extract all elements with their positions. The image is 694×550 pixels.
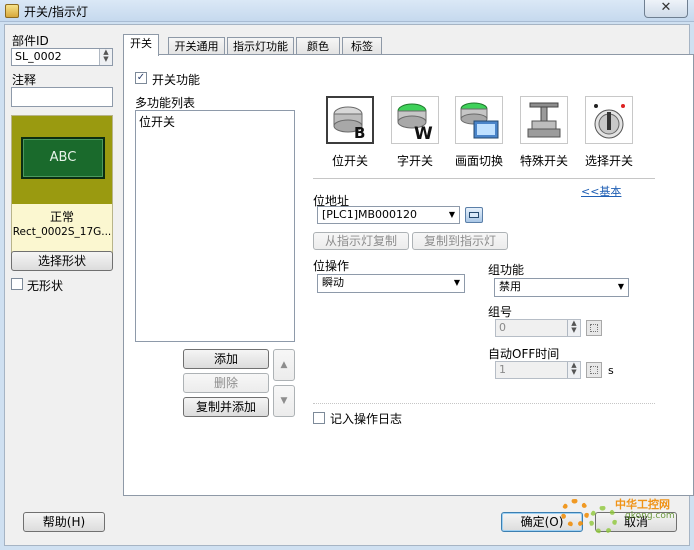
part-id-label: 部件ID — [12, 34, 49, 48]
watermark-text: 中华工控网 — [615, 498, 670, 511]
bit-switch-button[interactable]: B — [326, 96, 374, 144]
keypad-icon[interactable] — [586, 362, 602, 378]
group-number-spinner[interactable]: ▲ ▼ — [567, 320, 580, 336]
no-shape-label: 无形状 — [27, 279, 64, 293]
comment-label: 注释 — [12, 73, 37, 87]
screen-change-icon — [455, 96, 503, 144]
shape-preview-panel: ABC 正常 Rect_0002S_17G... — [11, 115, 113, 267]
auto-off-time-spinner[interactable]: ▲ ▼ — [567, 362, 580, 378]
bit-action-value: 瞬动 — [322, 276, 344, 289]
selector-switch-button[interactable] — [585, 96, 633, 144]
bit-switch-icon: B — [326, 96, 374, 144]
select-shape-button[interactable]: 选择形状 — [11, 251, 113, 271]
preview-lamp: ABC — [21, 137, 105, 179]
tab-indicator-function[interactable]: 指示灯功能 — [227, 37, 294, 55]
basic-link[interactable]: <<基本 — [581, 183, 621, 199]
watermark-sub: gkong.com — [625, 511, 675, 521]
part-id-spinner[interactable]: ▲ ▼ — [99, 49, 112, 65]
auto-off-unit: s — [608, 364, 614, 377]
bit-switch-label: 位开关 — [331, 154, 368, 168]
bit-address-select[interactable]: [PLC1]MB000120 ▼ — [317, 206, 460, 224]
keypad-icon[interactable] — [465, 207, 483, 223]
tab-panel: ✓ 开关功能 多功能列表 位开关 添加 删除 复制并添加 ▲ ▼ B W 位开关… — [123, 54, 694, 496]
close-button[interactable]: ✕ — [644, 0, 688, 18]
no-shape-checkbox[interactable] — [11, 278, 23, 290]
special-switch-icon — [520, 96, 568, 144]
part-id-value: SL_0002 — [15, 50, 62, 63]
copy-from-lamp-button[interactable]: 从指示灯复制 — [313, 232, 409, 250]
group-function-label: 组功能 — [488, 263, 525, 277]
bit-address-value: [PLC1]MB000120 — [322, 208, 418, 221]
group-number-input[interactable]: 0 ▲ ▼ — [495, 319, 581, 337]
tab-label[interactable]: 标签 — [342, 37, 382, 55]
delete-button[interactable]: 删除 — [183, 373, 269, 393]
special-switch-button[interactable] — [520, 96, 568, 144]
add-button[interactable]: 添加 — [183, 349, 269, 369]
watermark-gear-icon — [561, 499, 589, 527]
part-id-input[interactable]: SL_0002 ▲ ▼ — [11, 48, 113, 66]
move-up-button[interactable]: ▲ — [273, 349, 295, 381]
list-item[interactable]: 位开关 — [139, 113, 175, 130]
chevron-down-icon: ▼ — [453, 278, 460, 287]
special-switch-label: 特殊开关 — [519, 154, 568, 168]
copy-to-lamp-button[interactable]: 复制到指示灯 — [412, 232, 508, 250]
copy-and-add-button[interactable]: 复制并添加 — [183, 397, 269, 417]
window-title: 开关/指示灯 — [24, 5, 89, 19]
comment-input[interactable] — [11, 87, 113, 107]
word-switch-button[interactable]: W — [391, 96, 439, 144]
group-number-label: 组号 — [488, 305, 513, 319]
shape-name: Rect_0002S_17G... — [12, 226, 112, 238]
screen-change-label: 画面切换 — [454, 154, 503, 168]
word-switch-label: 字开关 — [396, 154, 433, 168]
tab-color[interactable]: 颜色 — [296, 37, 340, 55]
group-number-value: 0 — [499, 321, 506, 334]
help-button[interactable]: 帮助(H) — [23, 512, 105, 532]
auto-off-time-value: 1 — [499, 363, 506, 376]
chevron-down-icon: ▼ — [617, 282, 624, 291]
bit-action-select[interactable]: 瞬动 ▼ — [317, 274, 465, 293]
section-divider — [313, 178, 655, 179]
section-divider — [313, 403, 655, 404]
selector-switch-icon — [585, 96, 633, 144]
switch-function-label: 开关功能 — [152, 73, 201, 87]
group-function-select[interactable]: 禁用 ▼ — [494, 278, 629, 297]
svg-text:W: W — [414, 124, 433, 143]
log-operation-checkbox[interactable] — [313, 412, 325, 424]
state-label: 正常 — [49, 210, 74, 224]
watermark-gear-icon — [589, 506, 617, 534]
switch-function-checkbox[interactable]: ✓ — [135, 72, 147, 84]
title-bar: 开关/指示灯 ✕ — [0, 0, 694, 22]
word-switch-icon: W — [391, 96, 439, 144]
multi-function-list[interactable]: 位开关 — [135, 110, 295, 342]
multi-function-list-label: 多功能列表 — [135, 96, 196, 110]
auto-off-time-input[interactable]: 1 ▲ ▼ — [495, 361, 581, 379]
svg-text:B: B — [354, 124, 365, 142]
preview-area: ABC — [12, 116, 112, 204]
bit-action-label: 位操作 — [313, 259, 350, 273]
move-down-button[interactable]: ▼ — [273, 385, 295, 417]
tab-switch-common[interactable]: 开关通用 — [168, 37, 225, 55]
log-operation-label: 记入操作日志 — [330, 412, 403, 426]
keypad-icon[interactable] — [586, 320, 602, 336]
dialog-client: 部件ID SL_0002 ▲ ▼ 注释 ABC 正常 Rect_0002S_17G… — [4, 24, 694, 546]
screen-change-button[interactable] — [455, 96, 503, 144]
chevron-down-icon: ▼ — [448, 210, 455, 219]
tab-switch[interactable]: 开关 — [123, 34, 159, 56]
auto-off-time-label: 自动OFF时间 — [488, 347, 560, 361]
group-function-value: 禁用 — [499, 280, 521, 293]
selector-switch-label: 选择开关 — [584, 154, 633, 168]
app-icon — [5, 4, 19, 18]
